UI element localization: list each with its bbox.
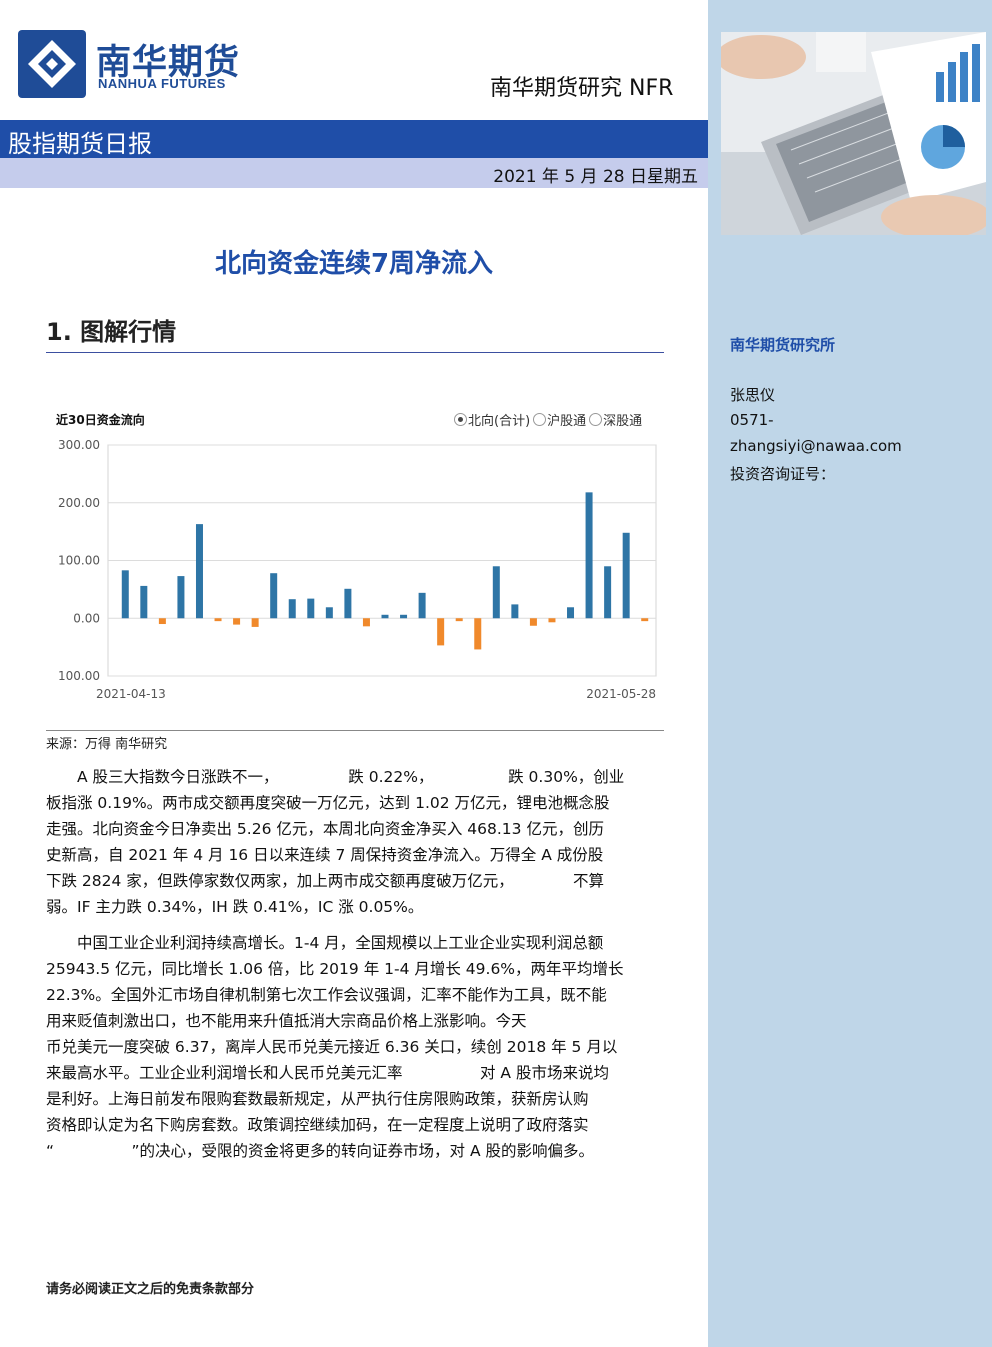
paragraph-line: 币兑美元一度突破 6.37，离岸人民币兑美元接近 6.36 关口，续创 2018… (46, 1038, 618, 1056)
bar (474, 618, 482, 650)
nanhua-logo-icon (18, 30, 86, 98)
headline: 北向资金连续7周净流入 (214, 249, 494, 279)
legend-item-sh[interactable]: 沪股通 (533, 413, 586, 429)
bar (511, 604, 519, 619)
bar (381, 614, 389, 619)
disclaimer-footer: 请务必阅读正文之后的免责条款部分 (46, 1282, 255, 1297)
logo-text-en: NANHUA FUTURES (98, 76, 226, 91)
paragraph-line: 资格即认定为名下购房套数。政策调控继续加码，在一定程度上说明了政府落实 (46, 1116, 589, 1134)
paragraph-line: 25943.5 亿元，同比增长 1.06 倍，比 2019 年 1-4 月增长 … (46, 960, 624, 978)
bar (140, 585, 148, 619)
x-end-label: 2021-05-28 (586, 687, 656, 701)
analyst-email[interactable]: zhangsiyi@nawaa.com (730, 437, 902, 455)
sidebar-institute: 南华期货研究所 (730, 336, 836, 354)
y-tick-label: 100.00 (58, 554, 100, 568)
bar (604, 566, 612, 619)
bar (344, 588, 352, 619)
radio-icon (533, 413, 547, 426)
chart-title: 近30日资金流向 (56, 413, 145, 427)
bar (214, 618, 222, 622)
bar (437, 618, 445, 646)
paragraph-line: 用来贬值刺激出口，也不能用来升值抵消大宗商品价格上涨影响。今天 (46, 1012, 527, 1030)
bar (195, 524, 203, 619)
bar (362, 618, 370, 627)
bar (641, 618, 649, 622)
paragraph-line: 走强。北向资金今日净卖出 5.26 亿元，本周北向资金净买入 468.13 亿元… (46, 820, 604, 838)
paragraph-line: 板指涨 0.19%。两市成交额再度突破一万亿元，达到 1.02 万亿元，锂电池概… (46, 794, 610, 812)
report-type: 股指期货日报 (8, 130, 152, 158)
bar (529, 618, 537, 626)
report-type-bar: 股指期货日报 (0, 120, 708, 158)
fund-flow-chart: 300.00 200.00 100.00 0.00 100.00 2021-04-13 20… (58, 438, 657, 701)
report-date: 2021 年 5 月 28 日星期五 (493, 167, 698, 187)
analyst-license: 投资咨询证号： (730, 465, 836, 483)
y-tick-label: 100.00 (58, 669, 100, 683)
radio-selected-icon (454, 413, 467, 426)
bar (492, 566, 500, 619)
analyst-name: 张思仪 (730, 386, 776, 404)
x-start-label: 2021-04-13 (96, 687, 166, 701)
legend-item-sz[interactable]: 深股通 (589, 413, 642, 429)
bar (622, 532, 630, 619)
cover-photo (721, 32, 986, 235)
bar (548, 618, 556, 623)
bar (567, 607, 575, 619)
bar (233, 618, 241, 625)
bar (121, 570, 129, 619)
radio-icon (589, 413, 603, 426)
chart-divider (46, 730, 664, 731)
bar (177, 576, 185, 619)
bar (585, 492, 593, 619)
paragraph-line: 来最高水平。工业企业利润增长和人民币兑美元汇率 对 A 股市场来说均 (46, 1064, 609, 1082)
bar (325, 607, 333, 619)
paragraph-macro: 中国工业企业利润持续高增长。1-4 月，全国规模以上工业企业实现利润总额 2594… (46, 930, 662, 1164)
bar (251, 618, 259, 627)
paragraph-line: 下跌 2824 家，但跌停家数仅两家，加上两市成交额再度破万亿元， 不算 (46, 872, 604, 890)
paragraph-line: 中国工业企业利润持续高增长。1-4 月，全国规模以上工业企业实现利润总额 (77, 934, 604, 952)
chart-legend: 北向(合计) 沪股通 深股通 (454, 410, 645, 429)
section-title: 1. 图解行情 (46, 318, 177, 346)
paragraph-line: A 股三大指数今日涨跌不一， 跌 0.22%， 跌 0.30%，创业 (77, 768, 625, 786)
analyst-phone: 0571- (730, 411, 774, 429)
section-divider (46, 352, 664, 353)
chart-source: 来源：万得 南华研究 (46, 737, 168, 752)
paragraph-line: 22.3%。全国外汇市场自律机制第七次工作会议强调，汇率不能作为工具，既不能 (46, 986, 607, 1004)
bar (307, 598, 315, 619)
paragraph-line: 是利好。上海日前发布限购套数最新规定，从严执行住房限购政策，获新房认购 (46, 1090, 589, 1108)
paragraph-line: 弱。IF 主力跌 0.34%，IH 跌 0.41%，IC 涨 0.05%。 (46, 898, 424, 916)
bar (455, 618, 463, 622)
y-tick-label: 0.00 (73, 611, 100, 625)
brand-nfr: 南华期货研究 NFR (490, 76, 674, 101)
paragraph-line: “ ”的决心，受限的资金将更多的转向证券市场，对 A 股的影响偏多。 (46, 1142, 595, 1160)
bar (400, 614, 408, 619)
paragraph-market: A 股三大指数今日涨跌不一， 跌 0.22%， 跌 0.30%，创业板指涨 0.… (46, 764, 662, 920)
bar (158, 618, 166, 625)
bar (288, 599, 296, 619)
paragraph-line: 史新高，自 2021 年 4 月 16 日以来连续 7 周保持资金净流入。万得全… (46, 846, 604, 864)
legend-item-north[interactable]: 北向(合计) (454, 413, 530, 429)
bar (270, 573, 278, 619)
y-tick-label: 200.00 (58, 496, 100, 510)
date-bar: 2021 年 5 月 28 日星期五 (0, 158, 708, 188)
bar (418, 592, 426, 619)
y-tick-label: 300.00 (58, 438, 100, 452)
